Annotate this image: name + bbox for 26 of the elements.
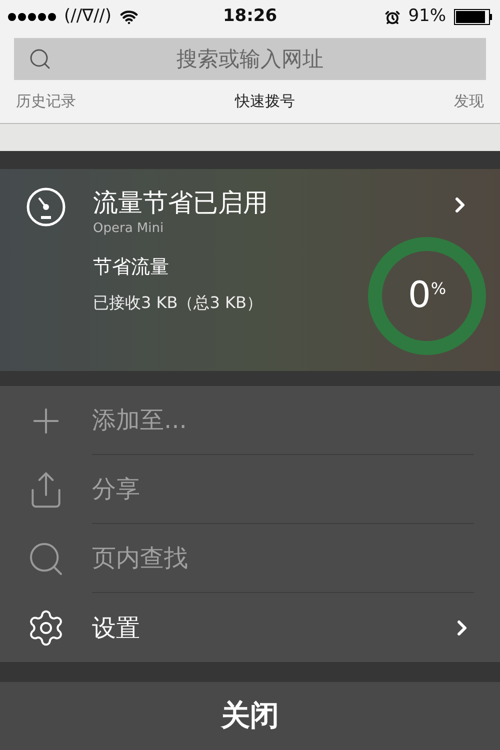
menu-label: 设置	[92, 612, 141, 644]
menu-label: 分享	[92, 474, 141, 505]
savings-percent: 0	[408, 278, 431, 314]
wifi-icon	[120, 8, 138, 26]
signal-icon	[8, 13, 56, 21]
alarm-icon	[385, 10, 400, 24]
savings-card[interactable]: 流量节省已启用 Opera Mini 节省流量 已接收3 KB（总3 KB） 0%	[0, 169, 500, 371]
card-title: 流量节省已启用	[93, 187, 269, 219]
tab[interactable]: 快速拨号	[235, 90, 295, 113]
battery-icon	[454, 9, 492, 25]
status-time: 18:26	[222, 5, 278, 28]
close-button[interactable]: 关闭	[0, 682, 500, 750]
menu-item[interactable]: 设置	[0, 593, 500, 662]
speedometer-icon	[26, 187, 66, 227]
search-icon	[28, 47, 52, 71]
search-field[interactable]: 搜索或输入网址	[14, 38, 486, 80]
battery-percent: 91%	[408, 5, 446, 28]
savings-heading: 节省流量	[93, 254, 170, 280]
tab[interactable]: 历史记录	[16, 90, 76, 113]
percent-sign: %	[430, 278, 446, 300]
card-subtitle: Opera Mini	[93, 220, 165, 238]
savings-detail: 已接收3 KB（总3 KB）	[93, 292, 264, 314]
tab[interactable]: 发现	[454, 90, 484, 113]
menu-label: 添加至...	[92, 405, 188, 436]
carrier-name: (//∇//)	[64, 5, 112, 28]
menu-label: 页内查找	[92, 543, 189, 574]
